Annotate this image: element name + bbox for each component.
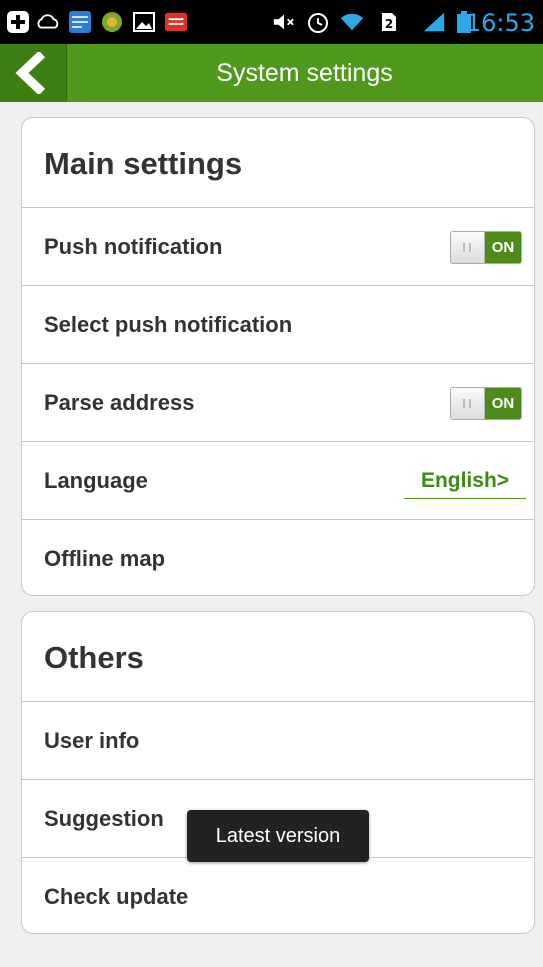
gallery-icon: [133, 12, 155, 32]
main-settings-card: Main settings Push notification ON Selec…: [21, 117, 535, 596]
offline-map-row[interactable]: Offline map: [22, 520, 534, 595]
push-notification-label: Push notification: [44, 234, 223, 259]
toast-message: Latest version: [187, 810, 369, 862]
parse-address-row[interactable]: Parse address ON: [22, 364, 534, 442]
page-title: System settings: [216, 59, 393, 87]
check-update-row[interactable]: Check update: [22, 858, 534, 933]
others-header: Others: [22, 612, 534, 702]
toutiao-icon: [164, 12, 188, 32]
mute-icon: [273, 14, 294, 30]
user-info-row[interactable]: User info: [22, 702, 534, 780]
add-icon: [7, 11, 29, 33]
toggle-knob: [451, 232, 485, 263]
toggle-on-label: ON: [485, 388, 521, 419]
parse-address-toggle[interactable]: ON: [450, 387, 522, 420]
select-push-notification-label: Select push notification: [44, 312, 293, 337]
others-card: Others User info Suggestion Check update: [21, 611, 535, 934]
language-row[interactable]: Language English>: [22, 442, 534, 520]
language-value[interactable]: English>: [404, 464, 526, 499]
title-bar: System settings: [0, 44, 543, 102]
game-icon: [102, 12, 122, 32]
parse-address-label: Parse address: [44, 390, 195, 415]
language-label: Language: [44, 468, 148, 493]
main-settings-header: Main settings: [22, 118, 534, 208]
push-notification-row[interactable]: Push notification ON: [22, 208, 534, 286]
wifi-icon: [340, 13, 364, 31]
alarm-icon: [308, 13, 328, 33]
svg-text:2: 2: [385, 17, 393, 31]
suggestion-label: Suggestion: [44, 806, 164, 831]
toggle-on-label: ON: [485, 232, 521, 263]
sim-icon: 2: [382, 13, 396, 31]
back-button[interactable]: [0, 44, 67, 102]
check-update-label: Check update: [44, 884, 189, 909]
toggle-knob: [451, 388, 485, 419]
offline-map-label: Offline map: [44, 546, 166, 571]
chevron-left-icon: [15, 52, 46, 94]
select-push-notification-row[interactable]: Select push notification: [22, 286, 534, 364]
status-time: 16:53: [465, 9, 535, 37]
push-notification-toggle[interactable]: ON: [450, 231, 522, 264]
news-icon: [69, 11, 91, 33]
user-info-label: User info: [44, 728, 140, 753]
status-bar: 2 16:53: [0, 0, 543, 44]
cloud-icon: [37, 14, 59, 29]
signal-icon: [423, 12, 445, 32]
